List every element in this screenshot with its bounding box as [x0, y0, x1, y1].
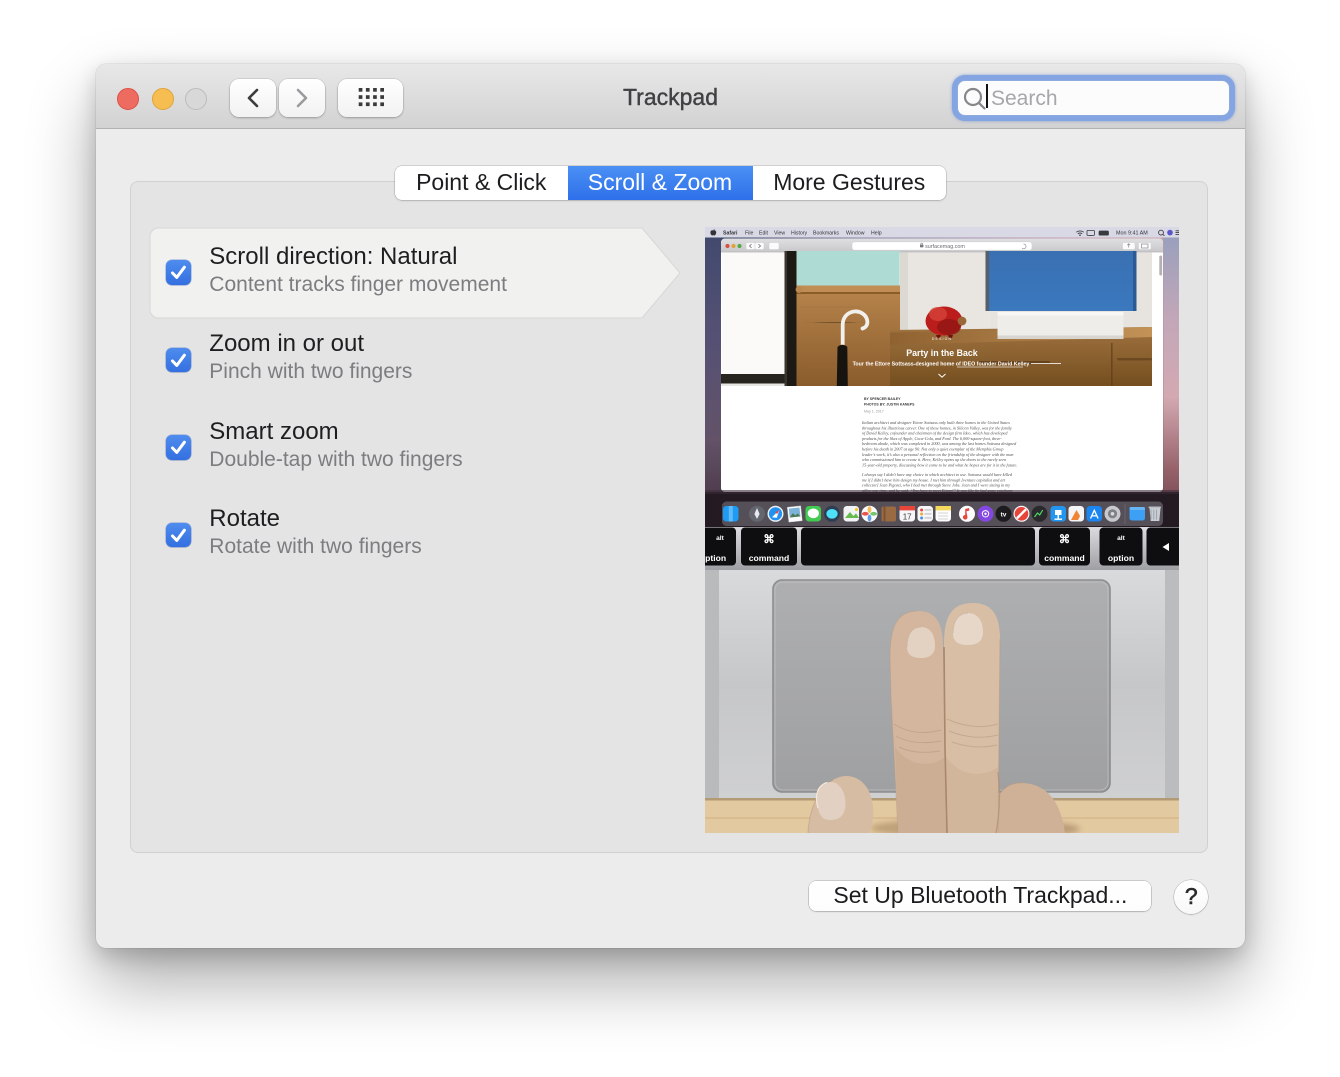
svg-text:⌘: ⌘: [1059, 533, 1071, 546]
svg-text:View: View: [774, 230, 785, 236]
svg-text:Edit: Edit: [759, 230, 768, 236]
svg-text:tv: tv: [1001, 512, 1007, 519]
svg-text:17: 17: [903, 512, 912, 521]
svg-text:option: option: [705, 553, 726, 563]
svg-text:DESIGN: DESIGN: [932, 337, 952, 341]
svg-text:File: File: [745, 230, 753, 236]
svg-text:Window: Window: [846, 230, 865, 236]
svg-text:option: option: [1108, 553, 1134, 563]
svg-text:surfacemag.com: surfacemag.com: [925, 244, 965, 250]
svg-text:before his death in 2007 at ag: before his death in 2007 at age 90. Not …: [862, 447, 1003, 452]
svg-text:Bookmarks: Bookmarks: [813, 230, 839, 236]
svg-text:alt: alt: [716, 535, 724, 542]
svg-text:command: command: [1044, 553, 1085, 563]
svg-text:Safari: Safari: [723, 230, 738, 236]
svg-text:alt: alt: [1117, 535, 1125, 542]
svg-text:command: command: [749, 553, 790, 563]
svg-text:Tour the Ettore Sottsass-desig: Tour the Ettore Sottsass-designed home o…: [853, 362, 1030, 368]
svg-text:History: History: [791, 230, 808, 236]
svg-text:May 1, 2017: May 1, 2017: [864, 409, 884, 413]
svg-text:PHOTOS BY: JUSTIN KANEPS: PHOTOS BY: JUSTIN KANEPS: [864, 402, 915, 406]
svg-text:Mon 9:41 AM: Mon 9:41 AM: [1116, 230, 1148, 236]
svg-text:I always say I didn’t have any: I always say I didn’t have any choice in…: [861, 472, 1013, 477]
svg-text:⌘: ⌘: [763, 533, 775, 546]
svg-text:Party in the Back: Party in the Back: [906, 348, 977, 358]
svg-text:Italian architect and designer: Italian architect and designer Ettore So…: [861, 420, 1010, 425]
svg-text:me if I didn’t have him design: me if I didn’t have him design my house.…: [862, 477, 1006, 482]
svg-text:Help: Help: [871, 230, 882, 236]
svg-text:BY SPENCER BAILEY: BY SPENCER BAILEY: [864, 397, 901, 401]
